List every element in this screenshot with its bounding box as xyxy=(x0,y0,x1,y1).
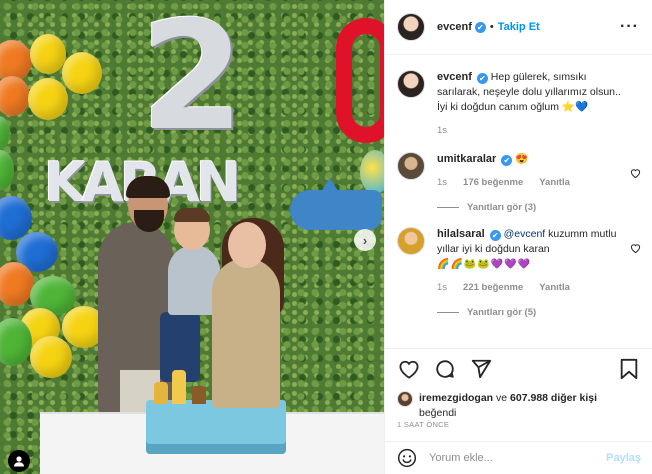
verified-icon: ✔ xyxy=(489,230,501,241)
view-replies-button[interactable]: Yanıtları gör (5) xyxy=(437,307,641,318)
comment-username[interactable]: umitkaralar xyxy=(437,153,496,165)
comment-likes[interactable]: 176 beğenme xyxy=(463,175,523,190)
comment-emojis: 🌈🌈🐸🐸💜💜💜 xyxy=(437,259,532,270)
view-replies-label: Yanıtları gör (5) xyxy=(467,307,537,318)
balloon xyxy=(30,34,66,74)
comment-input[interactable] xyxy=(429,452,607,464)
emoji-smile-icon[interactable] xyxy=(397,448,417,468)
avatar[interactable] xyxy=(397,227,425,255)
comment-time: 1s xyxy=(437,282,448,293)
liked-by-suffix: beğendi xyxy=(419,407,457,419)
letter-balloon: A xyxy=(82,151,124,214)
liked-by: iremezgidogan ve 607.988 diğer kişi beğe… xyxy=(397,391,641,421)
add-comment-bar: Paylaş xyxy=(385,441,652,474)
avatar[interactable] xyxy=(397,70,425,98)
liked-by-user[interactable]: iremezgidogan xyxy=(419,392,493,404)
like-heart-icon[interactable] xyxy=(397,357,421,381)
verified-icon: ✔ xyxy=(501,155,513,166)
verified-icon: ✔ xyxy=(476,73,488,84)
comment-bubble-icon[interactable] xyxy=(433,357,457,381)
balloon xyxy=(28,78,68,120)
letter-balloon: K xyxy=(44,151,86,214)
caption: evcenf ✔ Hep gülerek, sımsıkı sarılarak, … xyxy=(397,56,641,138)
red-foil-balloon xyxy=(336,18,384,143)
post-comment-button[interactable]: Paylaş xyxy=(606,452,641,464)
happy-birthday-balloon xyxy=(360,150,384,194)
post-side-panel: evcenf ✔ • Takip Et ··· evcenf ✔ Hep güle… xyxy=(384,0,652,474)
view-replies-label: Yanıtları gör (3) xyxy=(467,202,537,213)
post-actions: iremezgidogan ve 607.988 diğer kişi beğe… xyxy=(385,348,652,420)
comment-item: hilalsaral ✔ @evcenf kuzumm mutlu yıllar … xyxy=(397,213,641,295)
save-bookmark-icon[interactable] xyxy=(617,357,641,381)
shark-balloon xyxy=(290,178,382,230)
next-photo-button[interactable]: › xyxy=(354,229,376,251)
balloon xyxy=(62,52,102,94)
comment-likes[interactable]: 221 beğenme xyxy=(463,280,523,295)
liked-by-joiner: ve xyxy=(493,392,511,404)
avatar[interactable] xyxy=(397,13,425,41)
caption-username[interactable]: evcenf xyxy=(437,71,472,83)
share-send-icon[interactable] xyxy=(469,357,493,381)
caption-time: 1s xyxy=(437,125,448,136)
birthday-cake xyxy=(146,400,286,454)
foil-number-balloon: 2 xyxy=(140,0,245,164)
view-replies-button[interactable]: Yanıtları gör (3) xyxy=(437,202,641,213)
comment-like-heart-icon[interactable] xyxy=(630,168,641,181)
post-timestamp[interactable]: 1 SAAT ÖNCE xyxy=(397,420,449,429)
replies-divider xyxy=(437,207,459,208)
verified-icon: ✔ xyxy=(474,21,486,33)
replies-divider xyxy=(437,312,459,313)
follow-button[interactable]: Takip Et xyxy=(498,21,540,33)
child-hair xyxy=(174,208,210,222)
comment-text: 😍 xyxy=(515,153,529,165)
reply-button[interactable]: Yanıtla xyxy=(539,175,570,190)
avatar[interactable] xyxy=(397,391,413,407)
header-separator: • xyxy=(489,21,494,33)
comment-item: umitkaralar ✔ 😍 1s 176 beğenme Yanıtla xyxy=(397,138,641,190)
mother-head xyxy=(228,222,266,268)
comment-username[interactable]: hilalsaral xyxy=(437,228,485,240)
comment-like-heart-icon[interactable] xyxy=(630,243,641,256)
letter-balloon: N xyxy=(196,151,242,214)
more-options-icon[interactable]: ··· xyxy=(620,18,639,36)
header-username[interactable]: evcenf xyxy=(437,21,472,33)
post-header: evcenf ✔ • Takip Et ··· xyxy=(385,0,652,55)
liked-by-count[interactable]: 607.988 diğer kişi xyxy=(510,392,597,404)
comment-time: 1s xyxy=(437,177,448,188)
mother-figure xyxy=(212,258,280,408)
post-photo[interactable]: 2 K A R A N › xyxy=(0,0,384,474)
avatar[interactable] xyxy=(397,152,425,180)
reply-button[interactable]: Yanıtla xyxy=(539,280,570,295)
user-tag-icon[interactable] xyxy=(8,450,30,472)
mention-link[interactable]: @evcenf xyxy=(504,228,546,240)
balloon xyxy=(30,336,72,378)
comments-list[interactable]: evcenf ✔ Hep gülerek, sımsıkı sarılarak, … xyxy=(385,56,652,348)
